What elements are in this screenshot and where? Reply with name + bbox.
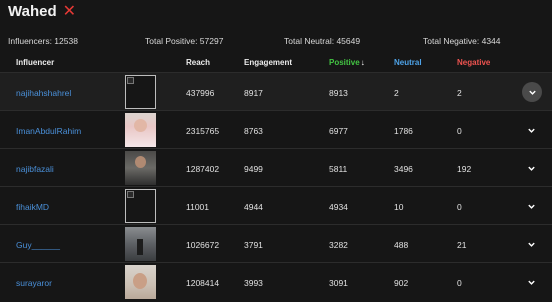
negative-value: 0 <box>457 126 462 136</box>
engagement-value: 8763 <box>244 126 263 136</box>
arrow-down-icon: ↓ <box>360 58 365 67</box>
negative-value: 0 <box>457 278 462 288</box>
influencer-name-link[interactable]: Guy______ <box>16 240 60 250</box>
neutral-value: 488 <box>394 240 409 250</box>
col-influencer[interactable]: Influencer <box>16 58 54 67</box>
engagement-value: 4944 <box>244 202 263 212</box>
avatar <box>125 113 156 147</box>
influencer-name-link[interactable]: surayaror <box>16 278 52 288</box>
col-engagement[interactable]: Engagement <box>244 58 292 67</box>
stat-total-negative: Total Negative: 4344 <box>423 36 501 46</box>
neutral-value: 2 <box>394 88 399 98</box>
neutral-value: 902 <box>394 278 409 288</box>
table-row[interactable]: najihahshahrel 437996 8917 8913 2 2 <box>0 72 552 110</box>
col-neutral[interactable]: Neutral <box>394 58 422 67</box>
reach-value: 1026672 <box>186 240 220 250</box>
table-row[interactable]: Guy______ 1026672 3791 3282 488 21 <box>0 224 552 262</box>
positive-value: 3282 <box>329 240 348 250</box>
stat-total-positive: Total Positive: 57297 <box>145 36 224 46</box>
table-header: Influencer Reach Engagement Positive↓ Ne… <box>0 54 552 72</box>
avatar <box>125 75 156 109</box>
chevron-down-icon[interactable] <box>524 123 538 137</box>
reach-value: 1287402 <box>186 164 220 174</box>
reach-value: 2315765 <box>186 126 220 136</box>
reach-value: 11001 <box>186 202 210 212</box>
engagement-value: 3791 <box>244 240 263 250</box>
engagement-value: 3993 <box>244 278 263 288</box>
col-positive[interactable]: Positive↓ <box>329 58 365 67</box>
influencer-name-link[interactable]: ImanAbdulRahim <box>16 126 81 136</box>
avatar <box>125 151 156 185</box>
negative-value: 192 <box>457 164 472 174</box>
negative-value: 0 <box>457 202 462 212</box>
title-bar: Wahed ✕ <box>8 3 76 20</box>
neutral-value: 1786 <box>394 126 413 136</box>
stat-influencers: Influencers: 12538 <box>8 36 78 46</box>
chevron-down-icon[interactable] <box>524 161 538 175</box>
col-negative[interactable]: Negative <box>457 58 490 67</box>
engagement-value: 9499 <box>244 164 263 174</box>
neutral-value: 10 <box>394 202 404 212</box>
avatar <box>125 265 156 299</box>
positive-value: 5811 <box>329 164 348 174</box>
negative-value: 21 <box>457 240 467 250</box>
reach-value: 437996 <box>186 88 215 98</box>
engagement-value: 8917 <box>244 88 263 98</box>
table-row[interactable]: fihaikMD 11001 4944 4934 10 0 <box>0 186 552 224</box>
avatar <box>125 227 156 261</box>
chevron-down-icon[interactable] <box>524 199 538 213</box>
chevron-down-icon[interactable] <box>524 275 538 289</box>
table-row[interactable]: surayaror 1208414 3993 3091 902 0 <box>0 262 552 300</box>
avatar <box>125 189 156 223</box>
reach-value: 1208414 <box>186 278 220 288</box>
positive-value: 3091 <box>329 278 348 288</box>
positive-value: 4934 <box>329 202 348 212</box>
negative-value: 2 <box>457 88 462 98</box>
col-positive-label: Positive <box>329 58 360 67</box>
col-reach[interactable]: Reach <box>186 58 210 67</box>
table-row[interactable]: najibfazali 1287402 9499 5811 3496 192 <box>0 148 552 186</box>
neutral-value: 3496 <box>394 164 413 174</box>
chevron-down-icon[interactable] <box>524 237 538 251</box>
influencer-name-link[interactable]: fihaikMD <box>16 202 49 212</box>
influencer-name-link[interactable]: najibfazali <box>16 164 54 174</box>
stat-total-neutral: Total Neutral: 45649 <box>284 36 361 46</box>
table-row[interactable]: ImanAbdulRahim 2315765 8763 6977 1786 0 <box>0 110 552 148</box>
influencer-name-link[interactable]: najihahshahrel <box>16 88 71 98</box>
positive-value: 8913 <box>329 88 348 98</box>
close-icon[interactable]: ✕ <box>63 3 76 20</box>
chevron-down-icon[interactable] <box>522 82 542 102</box>
stats-bar: Influencers: 12538 Total Positive: 57297… <box>0 36 552 48</box>
positive-value: 6977 <box>329 126 348 136</box>
page-title: Wahed <box>8 3 57 20</box>
